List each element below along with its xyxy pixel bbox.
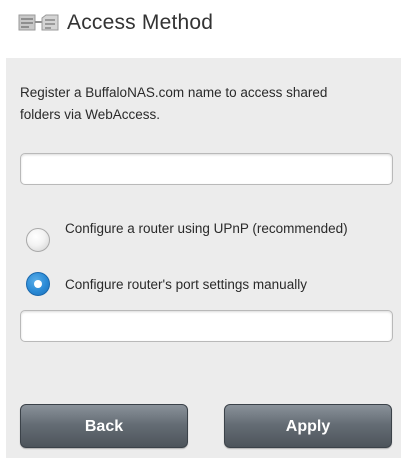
page-title: Access Method <box>67 11 214 34</box>
manual-radio-label[interactable]: Configure router's port settings manuall… <box>65 274 385 295</box>
description-text: Register a BuffaloNAS.com name to access… <box>20 85 328 122</box>
upnp-radio-button[interactable] <box>26 228 50 252</box>
apply-button[interactable]: Apply <box>224 404 392 448</box>
upnp-radio-label[interactable]: Configure a router using UPnP (recommend… <box>65 218 385 239</box>
buffalonas-name-input[interactable] <box>20 153 393 185</box>
header: Access Method <box>0 0 401 58</box>
back-button[interactable]: Back <box>20 404 188 448</box>
manual-radio-button[interactable] <box>26 272 50 296</box>
port-settings-input[interactable] <box>20 310 393 342</box>
folder-network-icon <box>18 14 59 31</box>
